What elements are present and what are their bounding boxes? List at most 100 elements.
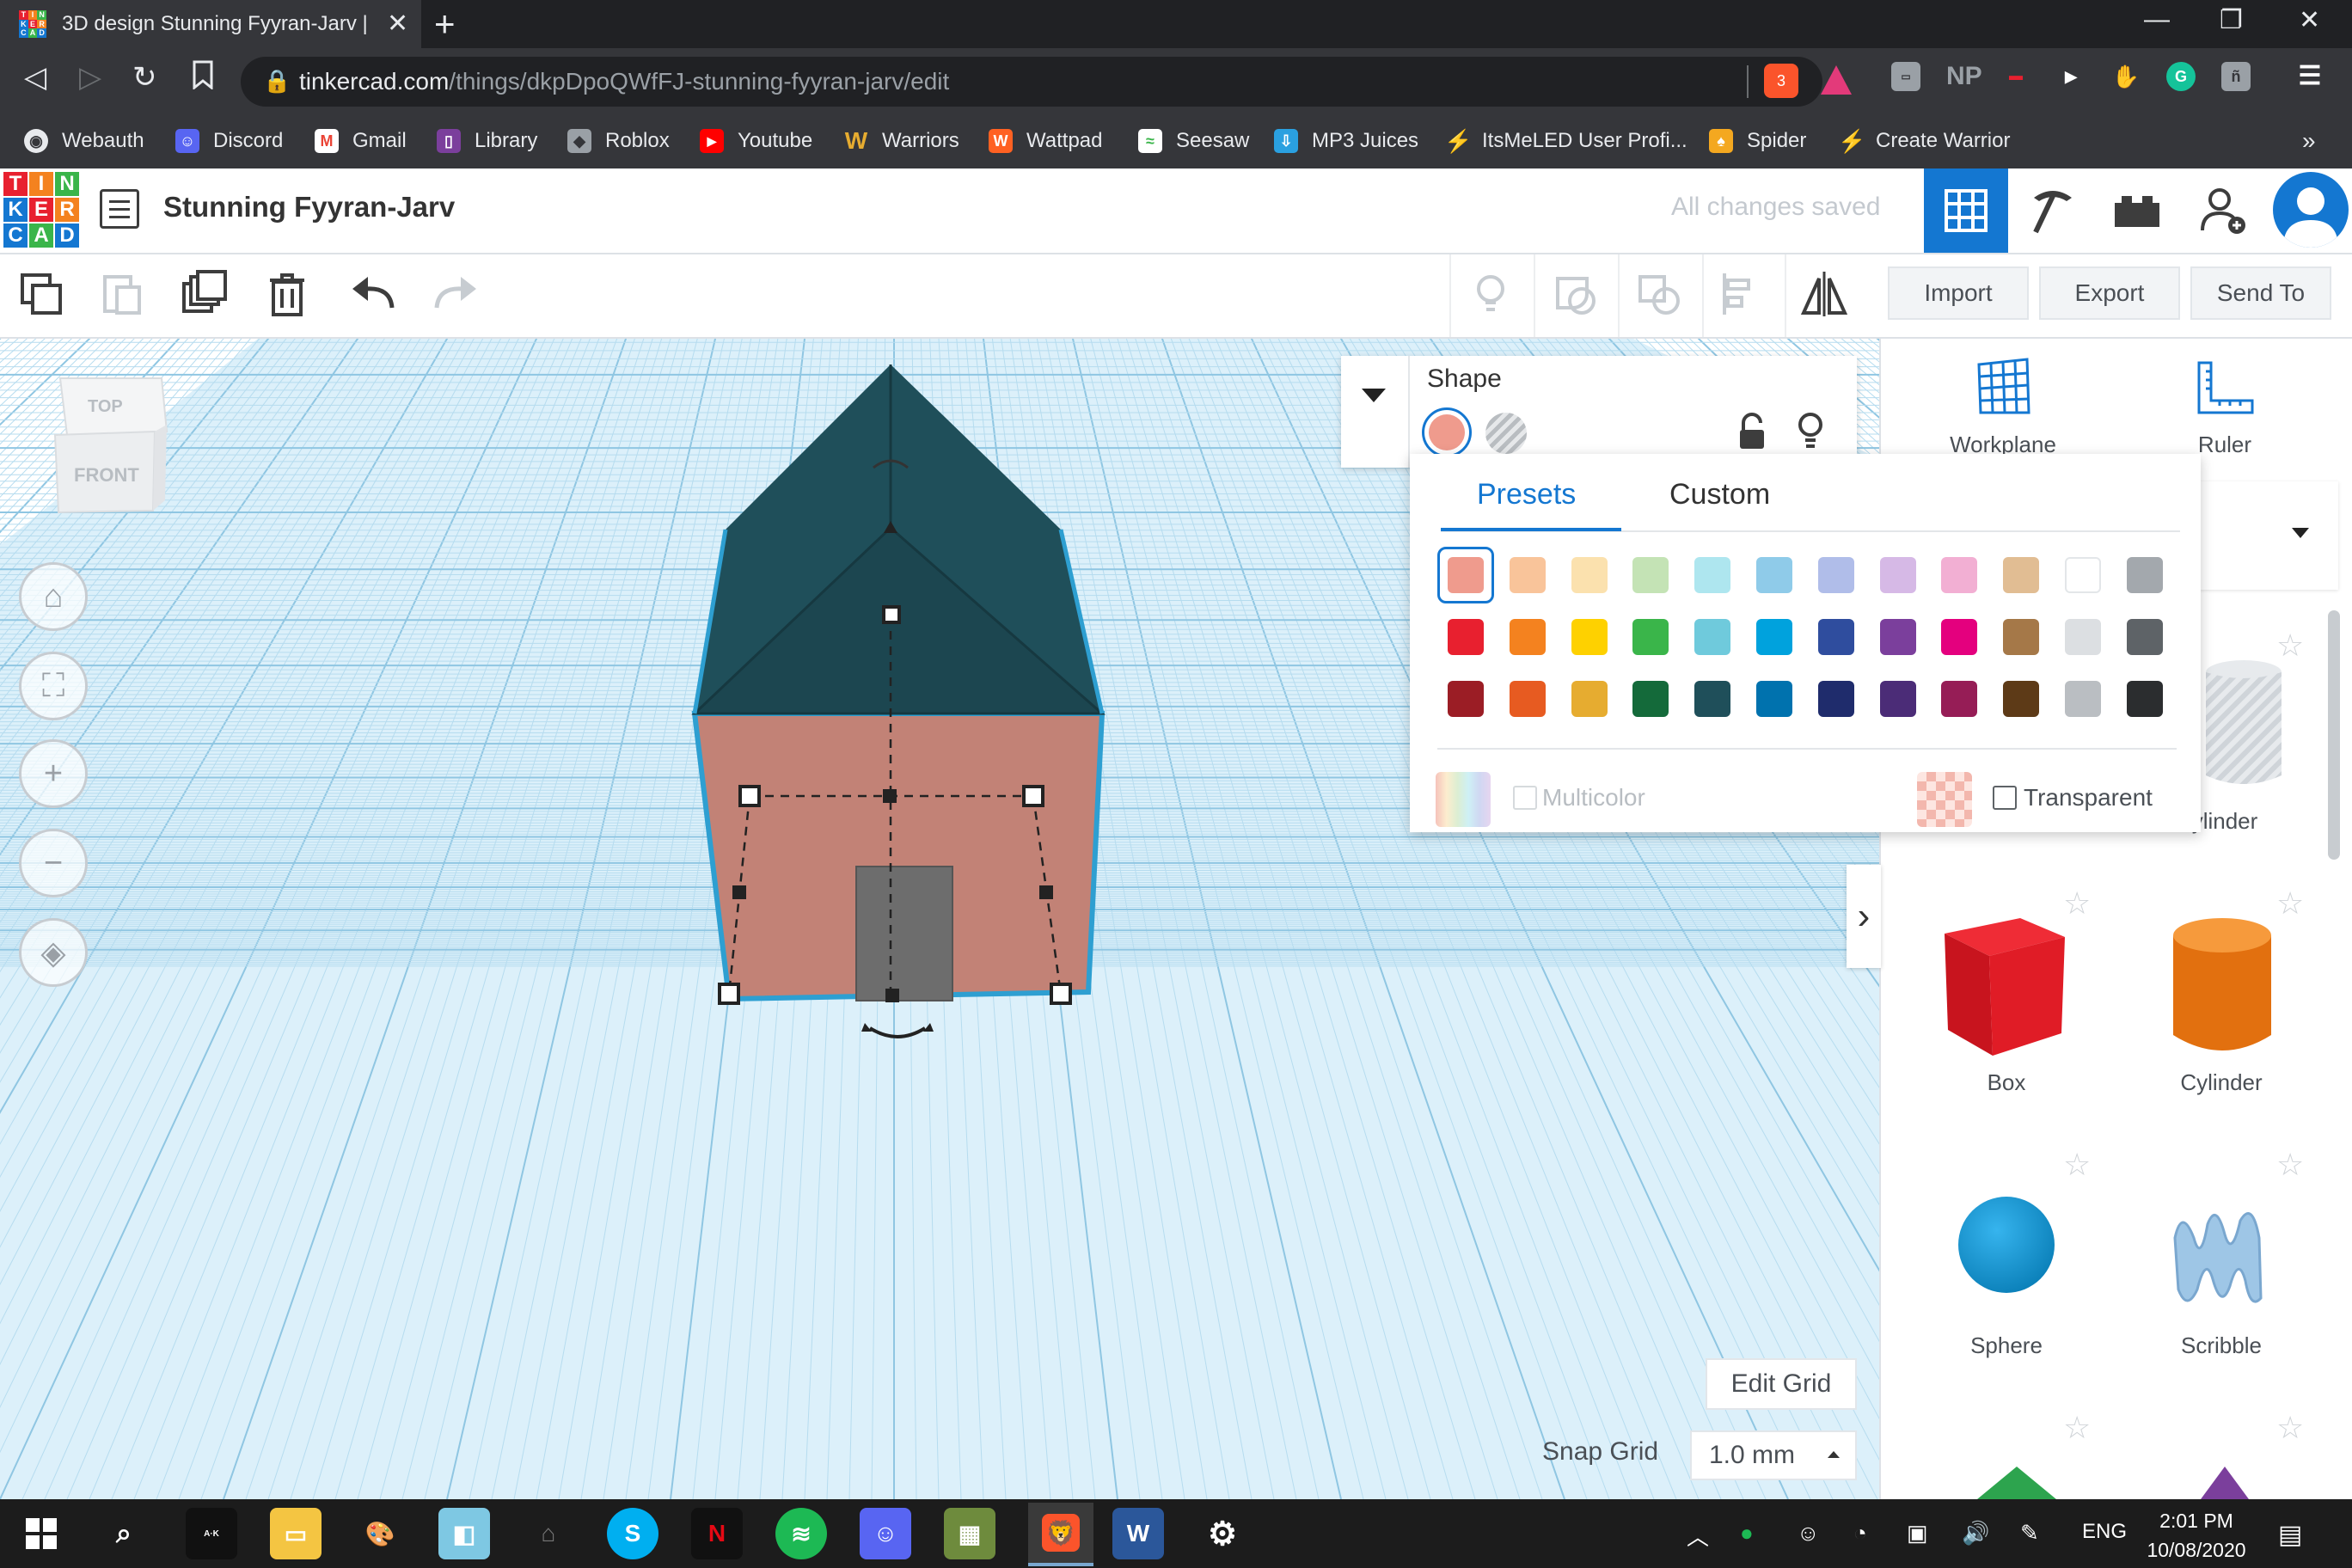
grammarly-icon[interactable]: G bbox=[2166, 62, 2196, 91]
bookmark-library[interactable]: ▯ Library bbox=[437, 126, 537, 156]
favorite-star-icon[interactable]: ☆ bbox=[2276, 1147, 2304, 1183]
color-swatch[interactable] bbox=[1817, 681, 1854, 717]
redo-icon[interactable] bbox=[430, 268, 481, 320]
color-swatch[interactable] bbox=[1509, 681, 1546, 717]
color-swatch[interactable] bbox=[1448, 681, 1484, 717]
color-swatch[interactable] bbox=[1941, 681, 1978, 717]
discord-icon[interactable]: ☺ bbox=[860, 1508, 911, 1559]
bookmark-warriors[interactable]: W Warriors bbox=[844, 126, 959, 156]
3d-view-button[interactable] bbox=[1924, 168, 2008, 253]
perspective-icon[interactable]: ◈ bbox=[19, 918, 88, 987]
color-swatch[interactable] bbox=[2126, 681, 2163, 717]
spotify-icon[interactable]: ≋ bbox=[775, 1508, 827, 1559]
lock-icon[interactable] bbox=[1736, 413, 1767, 455]
delete-icon[interactable] bbox=[261, 268, 313, 320]
back-icon[interactable]: ◁ bbox=[24, 60, 46, 95]
color-swatch[interactable] bbox=[2126, 619, 2163, 655]
bookmark-mp3-juices[interactable]: ⇩ MP3 Juices bbox=[1274, 126, 1418, 156]
bookmark-icon[interactable] bbox=[191, 60, 215, 97]
color-swatch[interactable] bbox=[1509, 619, 1546, 655]
brave-rewards-icon[interactable] bbox=[1821, 65, 1852, 95]
pickaxe-icon[interactable] bbox=[2027, 184, 2079, 236]
color-swatch[interactable] bbox=[1571, 557, 1608, 593]
paint-icon[interactable]: 🎨 bbox=[354, 1508, 406, 1559]
color-swatch[interactable] bbox=[2065, 619, 2101, 655]
bookmark-roblox[interactable]: ◆ Roblox bbox=[567, 126, 670, 156]
lightbulb-icon[interactable] bbox=[1795, 411, 1826, 455]
color-swatch[interactable] bbox=[2065, 681, 2101, 717]
transparent-checkbox[interactable] bbox=[1993, 786, 2017, 810]
favorite-star-icon[interactable]: ☆ bbox=[2276, 1410, 2304, 1446]
word-icon[interactable]: W bbox=[1112, 1508, 1164, 1559]
new-tab-icon[interactable]: + bbox=[434, 3, 456, 45]
bookmark-create-warrior[interactable]: ⚡ Create Warrior bbox=[1838, 126, 2010, 156]
color-swatch[interactable] bbox=[1879, 619, 1916, 655]
fit-view-icon[interactable]: ⛶ bbox=[19, 652, 88, 720]
brave-browser-icon[interactable]: 🦁 bbox=[1028, 1503, 1093, 1566]
tab-presets[interactable]: Presets bbox=[1477, 478, 1576, 511]
duplicate-icon[interactable] bbox=[179, 268, 230, 320]
inspector-collapse-icon[interactable] bbox=[1362, 389, 1386, 402]
ruler-tool-icon[interactable] bbox=[2196, 359, 2256, 424]
bookmarks-overflow[interactable]: » bbox=[2302, 126, 2316, 156]
pyramid-shape-thumbnail[interactable] bbox=[2201, 1467, 2249, 1499]
color-swatch[interactable] bbox=[1756, 619, 1792, 655]
color-swatch[interactable] bbox=[2065, 557, 2101, 593]
cursor-extension-icon[interactable]: ▶ bbox=[2056, 62, 2086, 91]
copy-icon[interactable] bbox=[15, 268, 67, 320]
view-cube[interactable]: TOP FRONT bbox=[52, 371, 172, 518]
transparent-icon[interactable] bbox=[1917, 772, 1972, 827]
group-icon[interactable] bbox=[1549, 268, 1601, 320]
restore-icon[interactable]: ❐ bbox=[2220, 5, 2243, 35]
paste-icon[interactable] bbox=[96, 268, 148, 320]
tray-discord-icon[interactable]: ☺ bbox=[1797, 1520, 1820, 1547]
color-swatch[interactable] bbox=[1632, 619, 1669, 655]
search-icon[interactable]: ⌕ bbox=[98, 1508, 150, 1559]
extension-np-icon[interactable]: NP bbox=[1946, 62, 1982, 91]
color-swatch[interactable] bbox=[1817, 557, 1854, 593]
ungroup-icon[interactable] bbox=[1633, 268, 1685, 320]
skype-icon[interactable]: S bbox=[607, 1508, 658, 1559]
color-swatch[interactable] bbox=[1694, 619, 1731, 655]
align-icon[interactable] bbox=[1716, 268, 1767, 320]
reload-icon[interactable]: ↻ bbox=[132, 60, 157, 95]
shapes-scrollbar[interactable] bbox=[2328, 610, 2340, 860]
collapse-panel-chevron-icon[interactable]: › bbox=[1847, 865, 1881, 968]
cylinder-shape-thumbnail[interactable] bbox=[2166, 915, 2278, 1065]
minimize-icon[interactable]: — bbox=[2144, 5, 2170, 34]
bookmark-gmail[interactable]: M Gmail bbox=[315, 126, 407, 156]
tray-pen-icon[interactable]: ✎ bbox=[2020, 1520, 2039, 1547]
extension-icon[interactable]: ▭ bbox=[1891, 62, 1920, 91]
bookmark-webauth[interactable]: ◉ Webauth bbox=[24, 126, 144, 156]
house-model[interactable] bbox=[671, 352, 1118, 1057]
color-swatch[interactable] bbox=[1756, 557, 1792, 593]
favorite-star-icon[interactable]: ☆ bbox=[2063, 1147, 2091, 1183]
forward-icon[interactable]: ▷ bbox=[79, 60, 101, 95]
minecraft-icon[interactable]: ▦ bbox=[944, 1508, 995, 1559]
color-swatch[interactable] bbox=[1756, 681, 1792, 717]
multicolor-icon[interactable] bbox=[1436, 772, 1491, 827]
color-swatch[interactable] bbox=[2003, 681, 2040, 717]
zoom-in-icon[interactable]: + bbox=[19, 739, 88, 808]
color-swatch[interactable] bbox=[2003, 619, 2040, 655]
send-to-button[interactable]: Send To bbox=[2190, 266, 2331, 320]
extension-icon[interactable]: ñ bbox=[2221, 62, 2251, 91]
import-button[interactable]: Import bbox=[1888, 266, 2029, 320]
roof-shape-thumbnail[interactable] bbox=[1977, 1467, 2056, 1499]
bookmark-seesaw[interactable]: ≈ Seesaw bbox=[1138, 126, 1249, 156]
close-window-icon[interactable]: ✕ bbox=[2299, 5, 2320, 35]
color-swatch[interactable] bbox=[1632, 557, 1669, 593]
sphere-shape-thumbnail[interactable] bbox=[1957, 1195, 2056, 1299]
color-swatch[interactable] bbox=[1509, 557, 1546, 593]
file-explorer-icon[interactable]: ▭ bbox=[270, 1508, 322, 1559]
snap-grid-select[interactable]: 1.0 mm bbox=[1690, 1430, 1857, 1480]
design-menu-icon[interactable] bbox=[100, 189, 139, 229]
app-icon[interactable]: ◧ bbox=[438, 1508, 490, 1559]
taskbar-clock[interactable]: 2:01 PM 10/08/2020 bbox=[2132, 1506, 2261, 1565]
hand-extension-icon[interactable]: ✋ bbox=[2111, 62, 2141, 91]
zoom-out-icon[interactable]: − bbox=[19, 829, 88, 897]
edit-grid-button[interactable]: Edit Grid bbox=[1706, 1358, 1857, 1410]
color-swatch[interactable] bbox=[1879, 681, 1916, 717]
bookmark-spider[interactable]: ♠ Spider bbox=[1709, 126, 1806, 156]
bookmark-itsmeled[interactable]: ⚡ ItsMeLED User Profi... bbox=[1444, 126, 1687, 156]
